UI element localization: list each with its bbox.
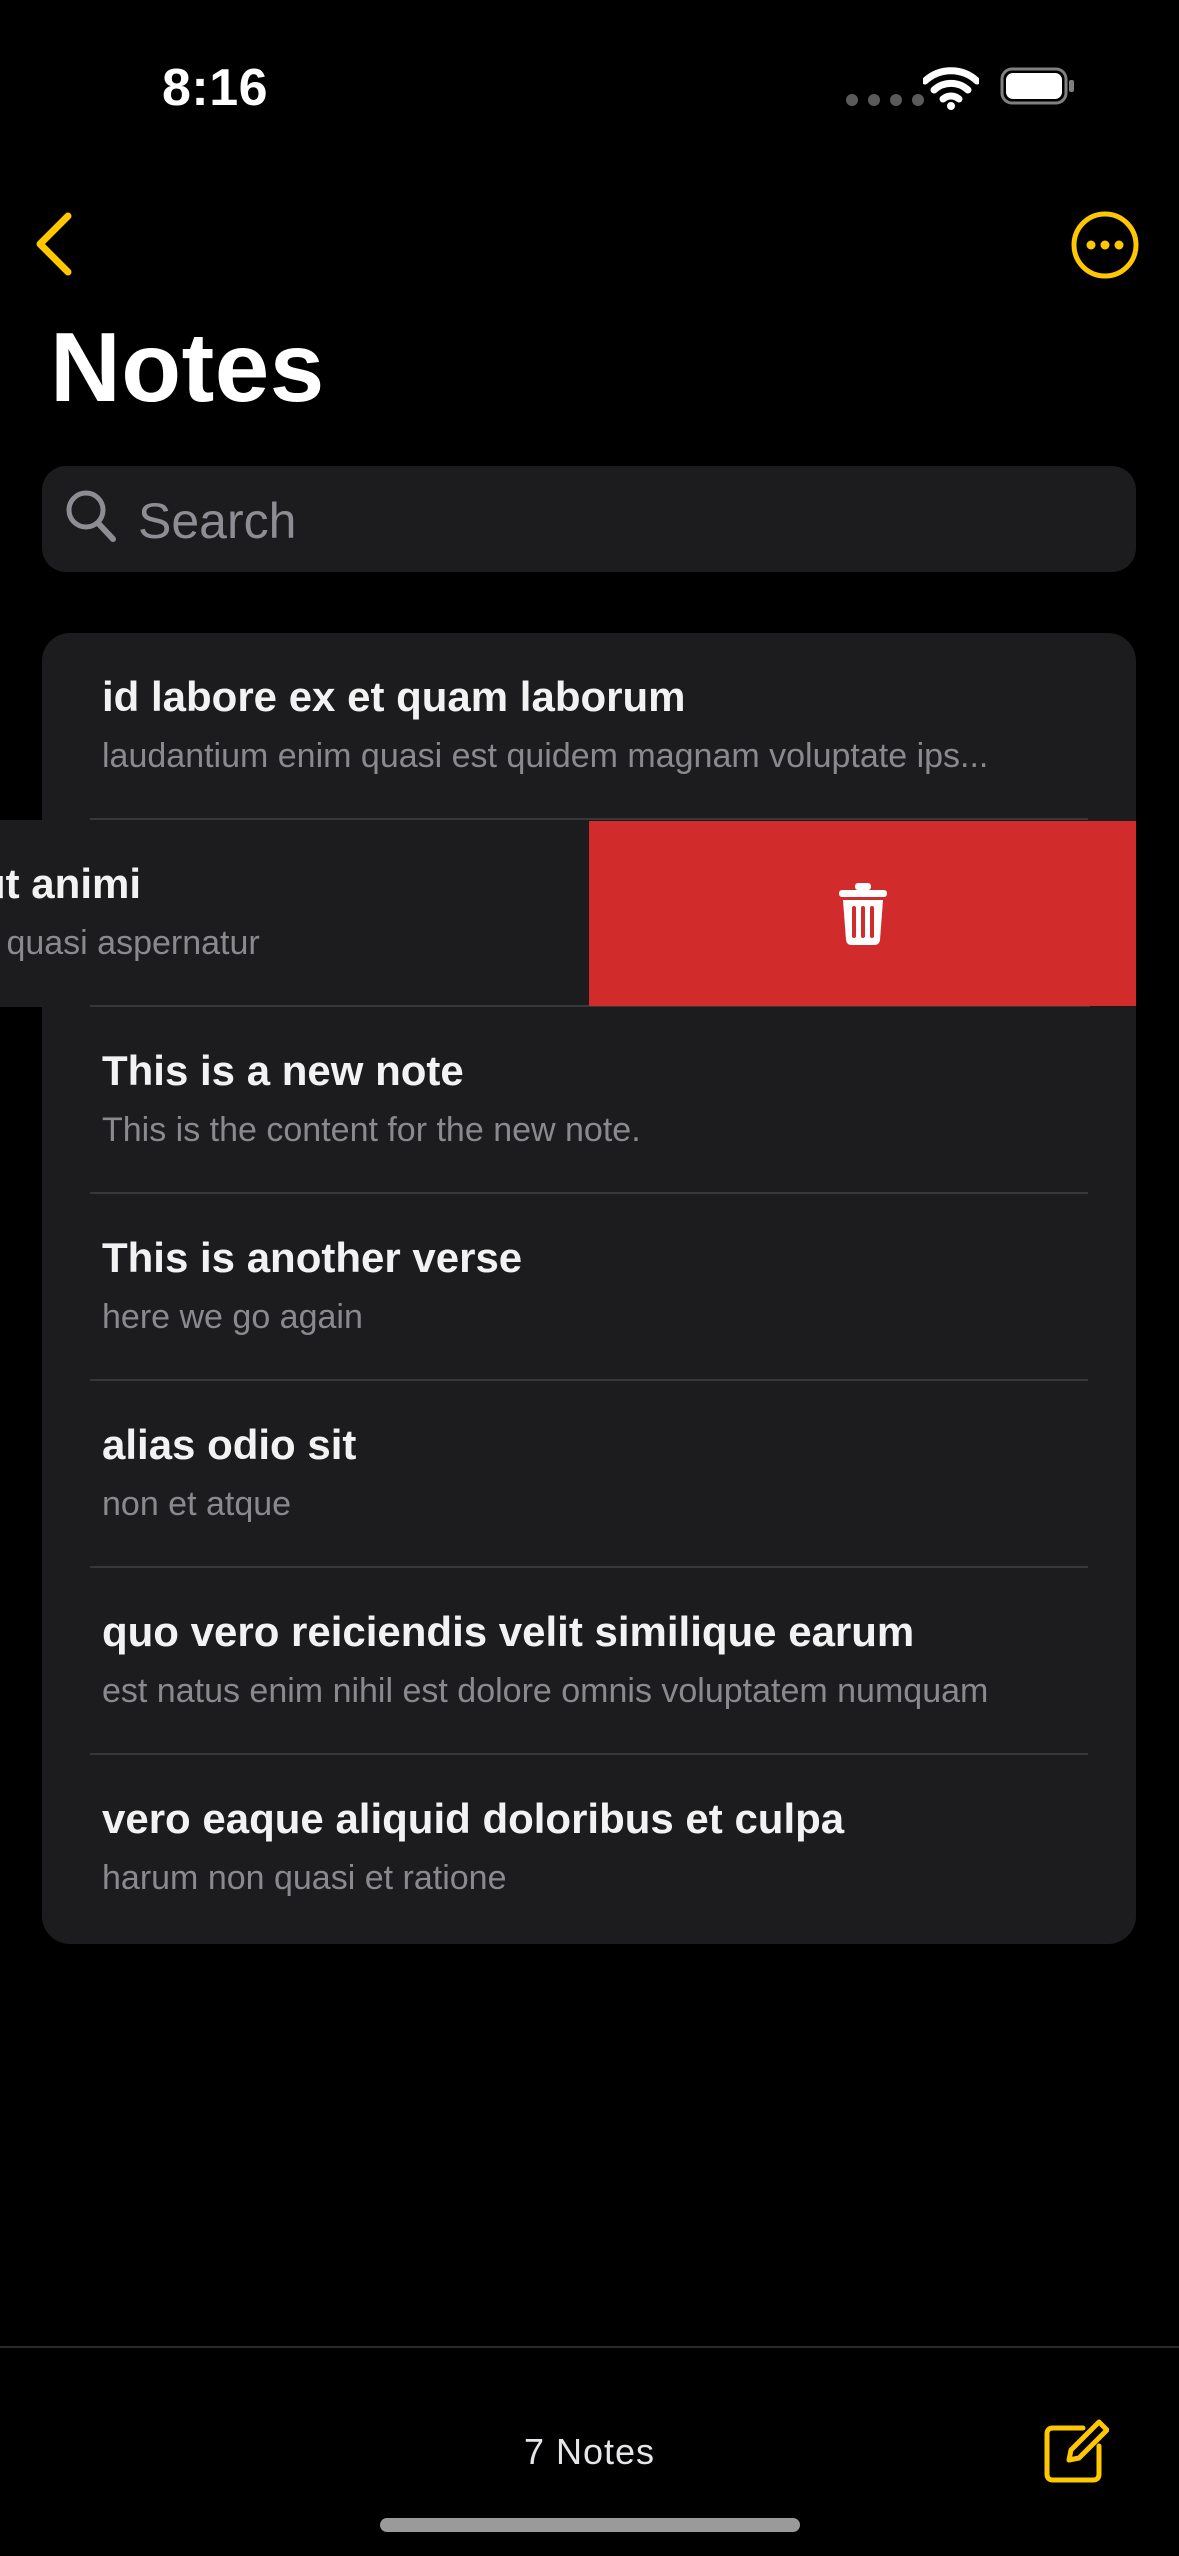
note-row[interactable]: This is a new note This is the content f…: [42, 1007, 1136, 1194]
note-row[interactable]: This is another verse here we go again: [42, 1194, 1136, 1381]
battery-icon: [1000, 67, 1076, 105]
note-title: This is a new note: [102, 1047, 464, 1094]
note-preview: here we go again: [102, 1298, 363, 1336]
note-row[interactable]: id labore ex et quam laborum laudantium …: [42, 633, 1136, 820]
notes-count: 7 Notes: [523, 2431, 656, 2472]
note-preview: est natus enim nihil est dolore omnis vo…: [102, 1672, 989, 1710]
note-title: ut animi: [0, 860, 142, 907]
wifi-icon: [921, 66, 981, 110]
page-title: Notes: [50, 312, 325, 422]
compose-button[interactable]: [1043, 2418, 1110, 2484]
note-row[interactable]: quo vero reiciendis velit similique earu…: [42, 1568, 1136, 1755]
note-title: id labore ex et quam laborum: [102, 673, 686, 720]
trash-icon: [838, 882, 887, 945]
note-row[interactable]: vero eaque aliquid doloribus et culpa ha…: [42, 1755, 1136, 1942]
more-button[interactable]: [1070, 210, 1140, 280]
delete-button[interactable]: [589, 821, 1136, 1006]
note-title: vero eaque aliquid doloribus et culpa: [102, 1795, 845, 1842]
note-row[interactable]: alias odio sit non et atque: [42, 1381, 1136, 1568]
toolbar-divider: [0, 2346, 1179, 2348]
status-time: 8:16: [162, 59, 269, 117]
note-preview: This is the content for the new note.: [102, 1111, 641, 1149]
note-preview: harum non quasi et ratione: [102, 1859, 507, 1897]
note-title: alias odio sit: [102, 1421, 357, 1468]
back-button[interactable]: [26, 206, 82, 282]
back-chevron-icon: [36, 212, 72, 276]
note-preview: non et atque: [102, 1485, 292, 1523]
search-placeholder: Search: [138, 493, 297, 549]
cellular-signal-icon: [846, 94, 928, 106]
note-preview: laudantium enim quasi est quidem magnam …: [102, 737, 989, 775]
search-icon: [66, 490, 116, 542]
note-title: This is another verse: [102, 1234, 523, 1281]
home-indicator[interactable]: [380, 2518, 800, 2532]
note-title: quo vero reiciendis velit similique earu…: [102, 1608, 915, 1655]
more-icon: [1071, 211, 1139, 279]
search-field[interactable]: Search: [42, 466, 1136, 572]
note-preview: it quasi aspernatur: [0, 924, 260, 962]
compose-icon: [1044, 2419, 1110, 2483]
